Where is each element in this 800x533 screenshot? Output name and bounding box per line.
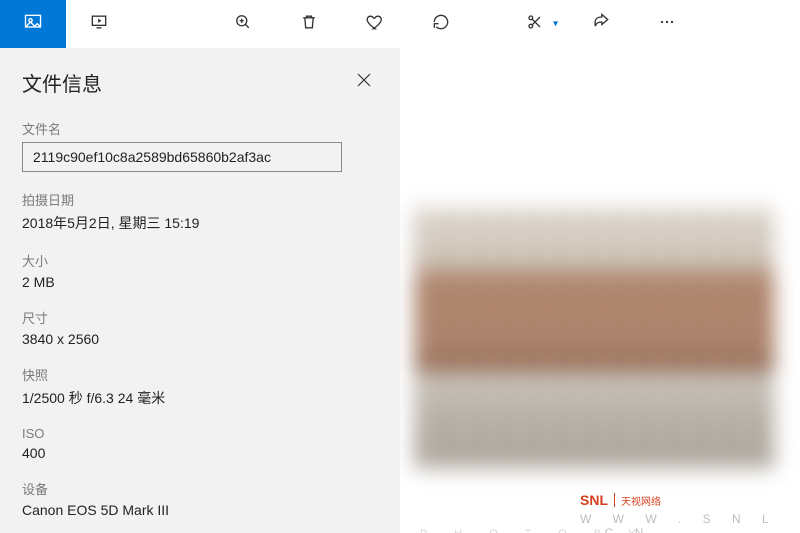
field-dimensions: 尺寸 3840 x 2560 bbox=[22, 308, 378, 347]
content-area: 文件信息 文件名 2119c90ef10c8a2589bd65860b2af3a… bbox=[0, 48, 800, 533]
rotate-icon bbox=[431, 12, 451, 37]
watermark-divider bbox=[614, 493, 615, 507]
field-filename: 文件名 2119c90ef10c8a2589bd65860b2af3ac bbox=[22, 119, 378, 172]
photos-app: ▾ 文件信息 文件名 2119c9 bbox=[0, 0, 800, 533]
iso-label: ISO bbox=[22, 426, 378, 441]
dims-label: 尺寸 bbox=[22, 308, 378, 327]
more-button[interactable] bbox=[634, 0, 700, 48]
close-button[interactable] bbox=[350, 69, 378, 97]
size-label: 大小 bbox=[22, 251, 378, 270]
device-label: 设备 bbox=[22, 479, 378, 498]
field-device: 设备 Canon EOS 5D Mark III bbox=[22, 479, 378, 518]
chevron-down-icon: ▾ bbox=[553, 19, 558, 30]
view-photo-button[interactable] bbox=[0, 0, 66, 48]
field-iso: ISO 400 bbox=[22, 426, 378, 461]
favorite-button[interactable] bbox=[342, 0, 408, 48]
photo-viewer[interactable]: P H O T O B Y SNL 天视网络 W W W . S N L . C… bbox=[400, 48, 800, 533]
dims-value: 3840 x 2560 bbox=[22, 331, 378, 347]
size-value: 2 MB bbox=[22, 274, 378, 290]
edit-crop-icon bbox=[525, 12, 545, 37]
panel-header: 文件信息 bbox=[22, 68, 378, 97]
watermark: P H O T O B Y SNL 天视网络 W W W . S N L . C… bbox=[580, 492, 800, 533]
panel-title: 文件信息 bbox=[22, 68, 102, 97]
field-shutter: 快照 1/2500 秒 f/6.3 24 毫米 bbox=[22, 365, 378, 408]
toolbar: ▾ bbox=[0, 0, 800, 48]
filename-label: 文件名 bbox=[22, 119, 378, 138]
share-icon bbox=[591, 12, 611, 37]
heart-icon bbox=[365, 12, 385, 37]
iso-value: 400 bbox=[22, 445, 378, 461]
share-button[interactable] bbox=[568, 0, 634, 48]
field-size: 大小 2 MB bbox=[22, 251, 378, 290]
trash-icon bbox=[299, 12, 319, 37]
filename-input[interactable]: 2119c90ef10c8a2589bd65860b2af3ac bbox=[22, 142, 342, 172]
zoom-in-icon bbox=[233, 12, 253, 37]
date-value: 2018年5月2日, 星期三 15:19 bbox=[22, 213, 378, 233]
photo-icon bbox=[23, 12, 43, 37]
zoom-button[interactable] bbox=[210, 0, 276, 48]
date-label: 拍摄日期 bbox=[22, 190, 378, 209]
close-icon bbox=[357, 73, 371, 92]
shutter-label: 快照 bbox=[22, 365, 378, 384]
delete-button[interactable] bbox=[276, 0, 342, 48]
file-info-panel: 文件信息 文件名 2119c90ef10c8a2589bd65860b2af3a… bbox=[0, 48, 400, 533]
shutter-value: 1/2500 秒 f/6.3 24 毫米 bbox=[22, 388, 378, 408]
device-value: Canon EOS 5D Mark III bbox=[22, 502, 378, 518]
more-icon bbox=[657, 12, 677, 37]
edit-button[interactable]: ▾ bbox=[502, 0, 568, 48]
watermark-logo-text: SNL bbox=[580, 492, 608, 508]
slideshow-button[interactable] bbox=[66, 0, 132, 48]
field-date: 拍摄日期 2018年5月2日, 星期三 15:19 bbox=[22, 190, 378, 233]
watermark-logo-sub: 天视网络 bbox=[621, 493, 661, 508]
rotate-button[interactable] bbox=[408, 0, 474, 48]
photo-image bbox=[415, 208, 775, 468]
watermark-left: P H O T O B Y bbox=[420, 528, 647, 533]
slideshow-icon bbox=[89, 12, 109, 37]
watermark-logo: SNL 天视网络 bbox=[580, 492, 661, 508]
